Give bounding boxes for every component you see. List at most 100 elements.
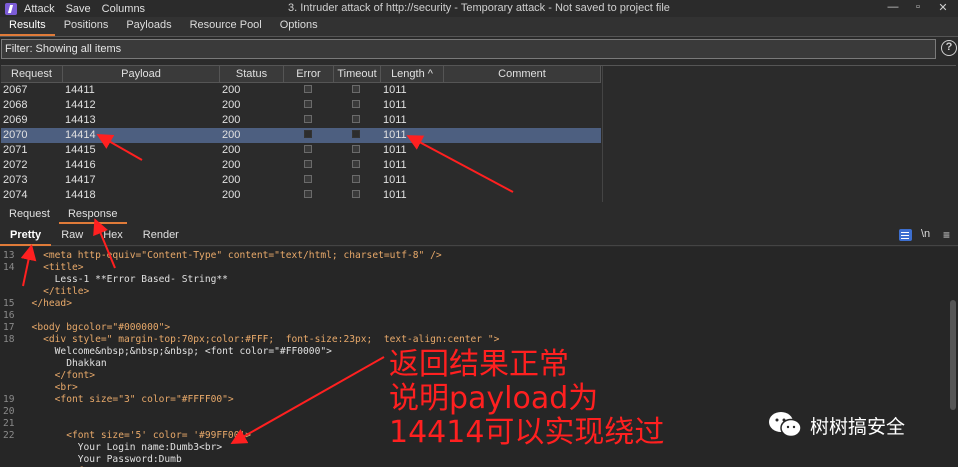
cell-length: 1011 — [383, 174, 407, 186]
cell-comment — [444, 158, 601, 173]
cell-comment — [444, 128, 601, 143]
cell-length: 1011 — [383, 84, 407, 96]
cell-status: 200 — [222, 144, 241, 156]
column-timeout[interactable]: Timeout — [334, 66, 381, 83]
tab-payloads[interactable]: Payloads — [117, 17, 180, 36]
cell-payload: 14413 — [65, 114, 96, 126]
table-row[interactable]: 2070 14414 200 1011 — [1, 128, 601, 143]
line-number: 20 — [3, 406, 15, 417]
cell-timeout — [334, 128, 381, 143]
cell-length: 1011 — [383, 129, 407, 141]
tab-hex[interactable]: Hex — [93, 226, 133, 246]
timeout-checkbox — [352, 145, 360, 154]
newline-icon[interactable]: \n — [921, 228, 930, 240]
window-title: 3. Intruder attack of http://security - … — [288, 2, 670, 14]
table-body: 2067 14411 200 1011 2068 14412 200 1011 2069 1441… — [1, 83, 601, 203]
tab-options[interactable]: Options — [271, 17, 327, 36]
word-wrap-icon[interactable] — [899, 229, 912, 241]
tab-render[interactable]: Render — [133, 226, 189, 246]
line-number: 21 — [3, 418, 15, 429]
minimize-button[interactable]: — — [886, 1, 900, 13]
timeout-checkbox — [352, 175, 360, 184]
table-row[interactable]: 2069 14413 200 1011 — [1, 113, 601, 128]
tab-pretty[interactable]: Pretty — [0, 226, 52, 246]
editor-scrollbar[interactable] — [950, 300, 956, 410]
column-payload[interactable]: Payload — [63, 66, 220, 83]
line-number: 18 — [3, 334, 15, 345]
code-line: Your Password:Dumb — [0, 454, 958, 466]
cell-length: 1011 — [383, 189, 407, 201]
tab-request[interactable]: Request — [0, 206, 59, 224]
annotation-line-3: 14414可以实现绕过 — [389, 415, 665, 450]
error-checkbox — [304, 100, 312, 109]
tab-raw[interactable]: Raw — [51, 226, 93, 246]
table-row[interactable]: 2072 14416 200 1011 — [1, 158, 601, 173]
table-row[interactable]: 2074 14418 200 1011 — [1, 188, 601, 203]
filter-bar[interactable]: Filter: Showing all items — [1, 39, 936, 59]
menu-icon[interactable]: ≡ — [943, 228, 950, 242]
timeout-checkbox — [352, 115, 360, 124]
line-number: 19 — [3, 394, 15, 405]
view-tabs: Pretty Raw Hex Render — [0, 226, 958, 246]
cell-status: 200 — [222, 189, 241, 201]
code-text: <div style=" margin-top:70px;color:#FFF;… — [20, 334, 500, 345]
cell-error — [284, 173, 334, 188]
table-row[interactable]: 2068 14412 200 1011 — [1, 98, 601, 113]
cell-payload: 14412 — [65, 99, 96, 111]
code-text: Welcome&nbsp;&nbsp;&nbsp; <font color="#… — [20, 346, 332, 357]
cell-request: 2068 — [3, 99, 28, 111]
code-text: <meta http-equiv="Content-Type" content=… — [20, 250, 442, 261]
restore-button[interactable]: ▫ — [911, 1, 925, 13]
line-number: 13 — [3, 250, 15, 261]
wechat-icon — [769, 412, 802, 438]
tab-results[interactable]: Results — [0, 17, 55, 36]
error-checkbox — [304, 85, 312, 94]
cell-comment — [444, 83, 601, 98]
table-empty-pane — [602, 66, 956, 202]
cell-status: 200 — [222, 174, 241, 186]
menu-columns[interactable]: Columns — [102, 3, 145, 15]
attack-tabs: Results Positions Payloads Resource Pool… — [0, 17, 958, 37]
cell-payload: 14418 — [65, 189, 96, 201]
cell-length: 1011 — [383, 144, 407, 156]
watermark-text: 树树搞安全 — [810, 415, 906, 438]
code-text: <font size="3" color="#FFFF00"> — [20, 394, 234, 405]
code-line: 14 <title> — [0, 262, 958, 274]
cell-length: 1011 — [383, 99, 407, 111]
menu-save[interactable]: Save — [66, 3, 91, 15]
code-text: </head> — [20, 298, 72, 309]
line-number: 15 — [3, 298, 15, 309]
table-row[interactable]: 2073 14417 200 1011 — [1, 173, 601, 188]
cell-comment — [444, 113, 601, 128]
column-error[interactable]: Error — [284, 66, 334, 83]
cell-comment — [444, 143, 601, 158]
column-request[interactable]: Request — [1, 66, 63, 83]
cell-comment — [444, 173, 601, 188]
column-comment[interactable]: Comment — [444, 66, 601, 83]
cell-request: 2069 — [3, 114, 28, 126]
column-status[interactable]: Status — [220, 66, 284, 83]
code-text: <br> — [20, 382, 78, 393]
cell-request: 2071 — [3, 144, 28, 156]
cell-payload: 14415 — [65, 144, 96, 156]
timeout-checkbox — [352, 190, 360, 199]
menu-attack[interactable]: Attack — [24, 3, 55, 15]
table-header: Request Payload Status Error Timeout Len… — [1, 66, 601, 83]
cell-length: 1011 — [383, 159, 407, 171]
help-icon[interactable]: ? — [941, 40, 957, 56]
line-number: 17 — [3, 322, 15, 333]
table-row[interactable]: 2067 14411 200 1011 — [1, 83, 601, 98]
close-button[interactable]: ✕ — [936, 1, 950, 14]
cell-error — [284, 98, 334, 113]
column-length[interactable]: Length ^ — [381, 66, 444, 83]
table-row[interactable]: 2071 14415 200 1011 — [1, 143, 601, 158]
annotation-line-1: 返回结果正常 — [389, 347, 569, 382]
tab-response[interactable]: Response — [58, 206, 127, 224]
tab-positions[interactable]: Positions — [55, 17, 118, 36]
cell-status: 200 — [222, 84, 241, 96]
cell-status: 200 — [222, 114, 241, 126]
cell-payload: 14417 — [65, 174, 96, 186]
cell-comment — [444, 98, 601, 113]
cell-error — [284, 128, 334, 143]
tab-resource-pool[interactable]: Resource Pool — [181, 17, 271, 36]
